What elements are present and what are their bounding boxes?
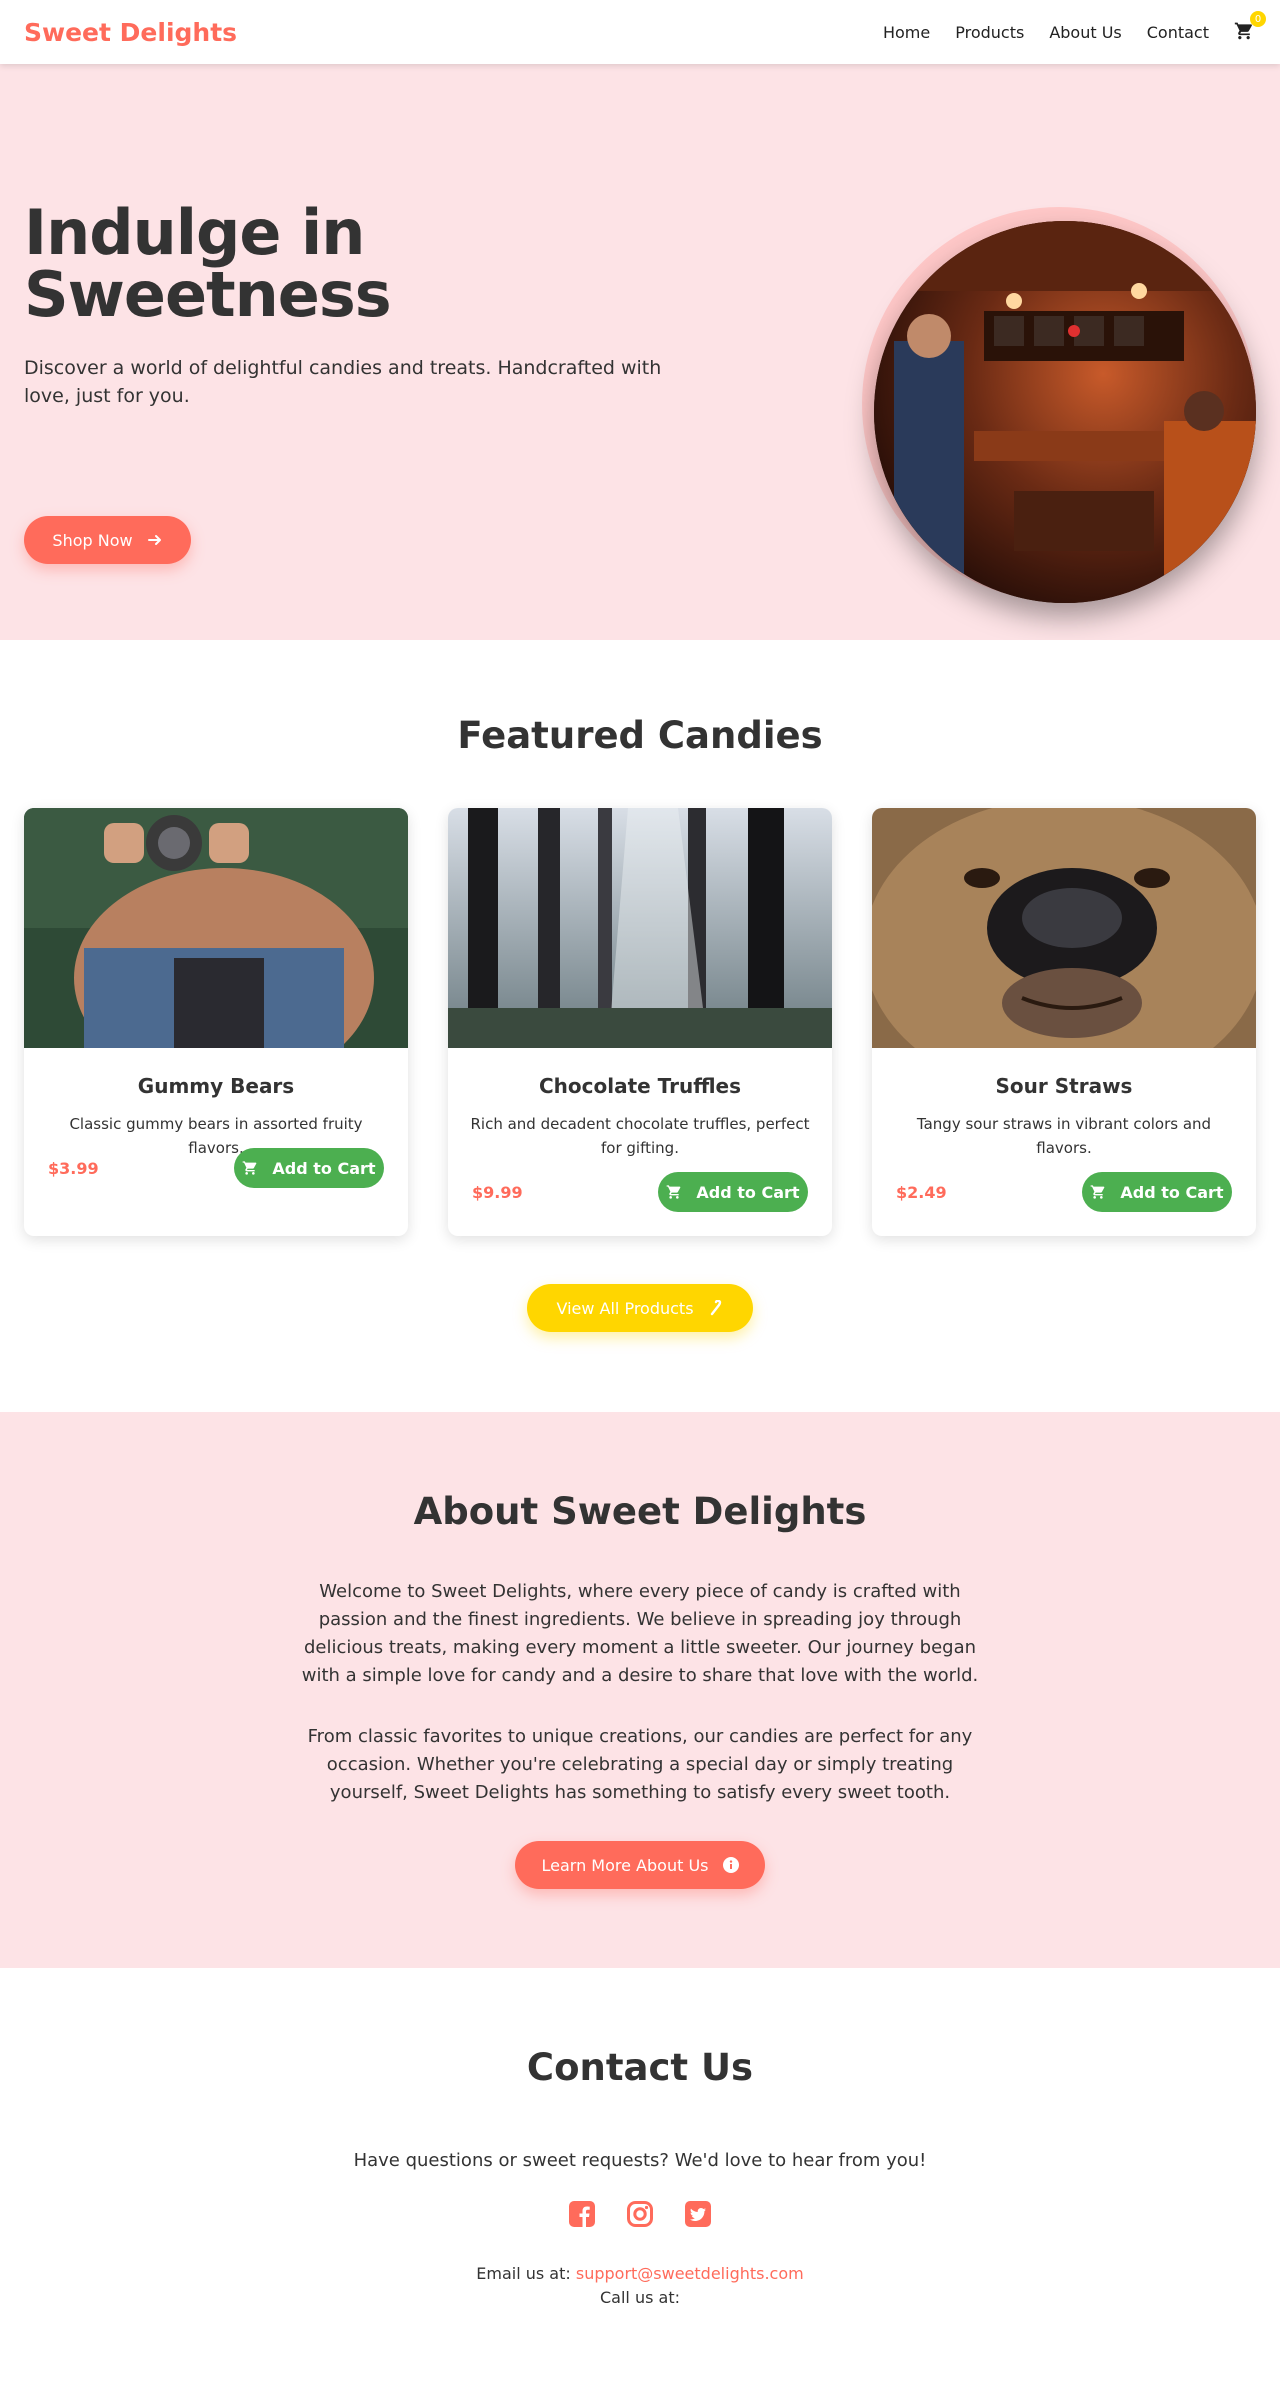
product-price: $2.49	[896, 1182, 947, 1202]
info-icon	[722, 1857, 739, 1873]
product-name: Chocolate Truffles	[538, 1074, 742, 1098]
product-price: $3.99	[48, 1158, 99, 1178]
product-card: Gummy Bears Classic gummy bears in assor…	[24, 808, 408, 1236]
contact-phone-line: Call us at:	[0, 2288, 1280, 2307]
cart-icon	[666, 1184, 682, 1200]
nav-links: Home Products About Us Contact 0	[858, 11, 1266, 43]
featured-section: Featured Candies Gummy Bears Classic gum…	[0, 640, 1280, 1412]
hero-section: Indulge in Sweetness Discover a world of…	[0, 64, 1280, 640]
learn-more-button[interactable]: Learn More About Us	[515, 1841, 765, 1889]
contact-section: Contact Us Have questions or sweet reque…	[0, 1968, 1280, 2372]
product-description: Rich and decadent chocolate truffles, pe…	[470, 1115, 810, 1157]
add-to-cart-label: Add to Cart	[1120, 1182, 1224, 1202]
product-footer: $2.49 Add to Cart	[896, 1172, 1232, 1212]
email-link[interactable]: support@sweetdelights.com	[576, 2264, 804, 2283]
product-footer: $9.99 Add to Cart	[472, 1172, 808, 1212]
about-paragraph-1: Welcome to Sweet Delights, where every p…	[301, 1581, 979, 1686]
nav-link-products[interactable]: Products	[955, 23, 1024, 42]
product-image	[448, 808, 832, 1048]
instagram-icon[interactable]	[626, 2200, 654, 2228]
product-price: $9.99	[472, 1182, 523, 1202]
cart-icon	[242, 1160, 258, 1176]
about-title: About Sweet Delights	[413, 1490, 867, 1533]
nav-link-contact[interactable]: Contact	[1147, 23, 1209, 42]
cart-button[interactable]: 0	[1234, 11, 1266, 43]
cart-icon	[1090, 1184, 1106, 1200]
navbar: Sweet Delights Home Products About Us Co…	[0, 0, 1280, 64]
twitter-icon[interactable]	[684, 2200, 712, 2228]
email-label: Email us at:	[476, 2264, 571, 2283]
product-card: Sour Straws Tangy sour straws in vibrant…	[872, 808, 1256, 1236]
add-to-cart-button[interactable]: Add to Cart	[234, 1148, 384, 1188]
arrow-right-icon	[147, 532, 163, 548]
hero-image	[874, 221, 1256, 603]
nav-link-home[interactable]: Home	[883, 23, 930, 42]
hero-subtitle: Discover a world of delightful candies a…	[24, 357, 662, 407]
social-links	[0, 2200, 1280, 2228]
shop-now-button[interactable]: Shop Now	[24, 516, 191, 564]
contact-email-line: Email us at: support@sweetdelights.com	[0, 2264, 1280, 2283]
nav-link-about[interactable]: About Us	[1049, 23, 1121, 42]
view-all-label: View All Products	[556, 1298, 694, 1318]
hero-image-frame	[862, 207, 1256, 603]
product-image	[24, 808, 408, 1048]
add-to-cart-button[interactable]: Add to Cart	[1082, 1172, 1232, 1212]
hero-title: Indulge in Sweetness	[24, 196, 392, 331]
contact-lead: Have questions or sweet requests? We'd l…	[353, 2150, 927, 2171]
add-to-cart-label: Add to Cart	[696, 1182, 800, 1202]
about-section: About Sweet Delights Welcome to Sweet De…	[0, 1412, 1280, 1968]
hero-text: Indulge in Sweetness Discover a world of…	[24, 202, 664, 410]
brand-logo[interactable]: Sweet Delights	[24, 18, 237, 47]
learn-more-label: Learn More About Us	[541, 1855, 709, 1875]
view-all-products-button[interactable]: View All Products	[527, 1284, 753, 1332]
product-description: Tangy sour straws in vibrant colors and …	[916, 1115, 1212, 1157]
phone-label: Call us at:	[600, 2288, 680, 2307]
shop-now-label: Shop Now	[52, 530, 133, 550]
facebook-icon[interactable]	[568, 2200, 596, 2228]
add-to-cart-label: Add to Cart	[272, 1158, 376, 1178]
contact-title: Contact Us	[526, 2046, 754, 2089]
add-to-cart-button[interactable]: Add to Cart	[658, 1172, 808, 1212]
product-image	[872, 808, 1256, 1048]
about-paragraph-2: From classic favorites to unique creatio…	[307, 1726, 973, 1803]
product-name: Sour Straws	[995, 1074, 1133, 1098]
product-card: Chocolate Truffles Rich and decadent cho…	[448, 808, 832, 1236]
cart-count-badge: 0	[1250, 11, 1266, 27]
candy-cane-icon	[708, 1300, 724, 1316]
featured-title: Featured Candies	[457, 714, 823, 757]
product-footer: $3.99 Add to Cart	[48, 1148, 384, 1188]
product-name: Gummy Bears	[137, 1074, 295, 1098]
